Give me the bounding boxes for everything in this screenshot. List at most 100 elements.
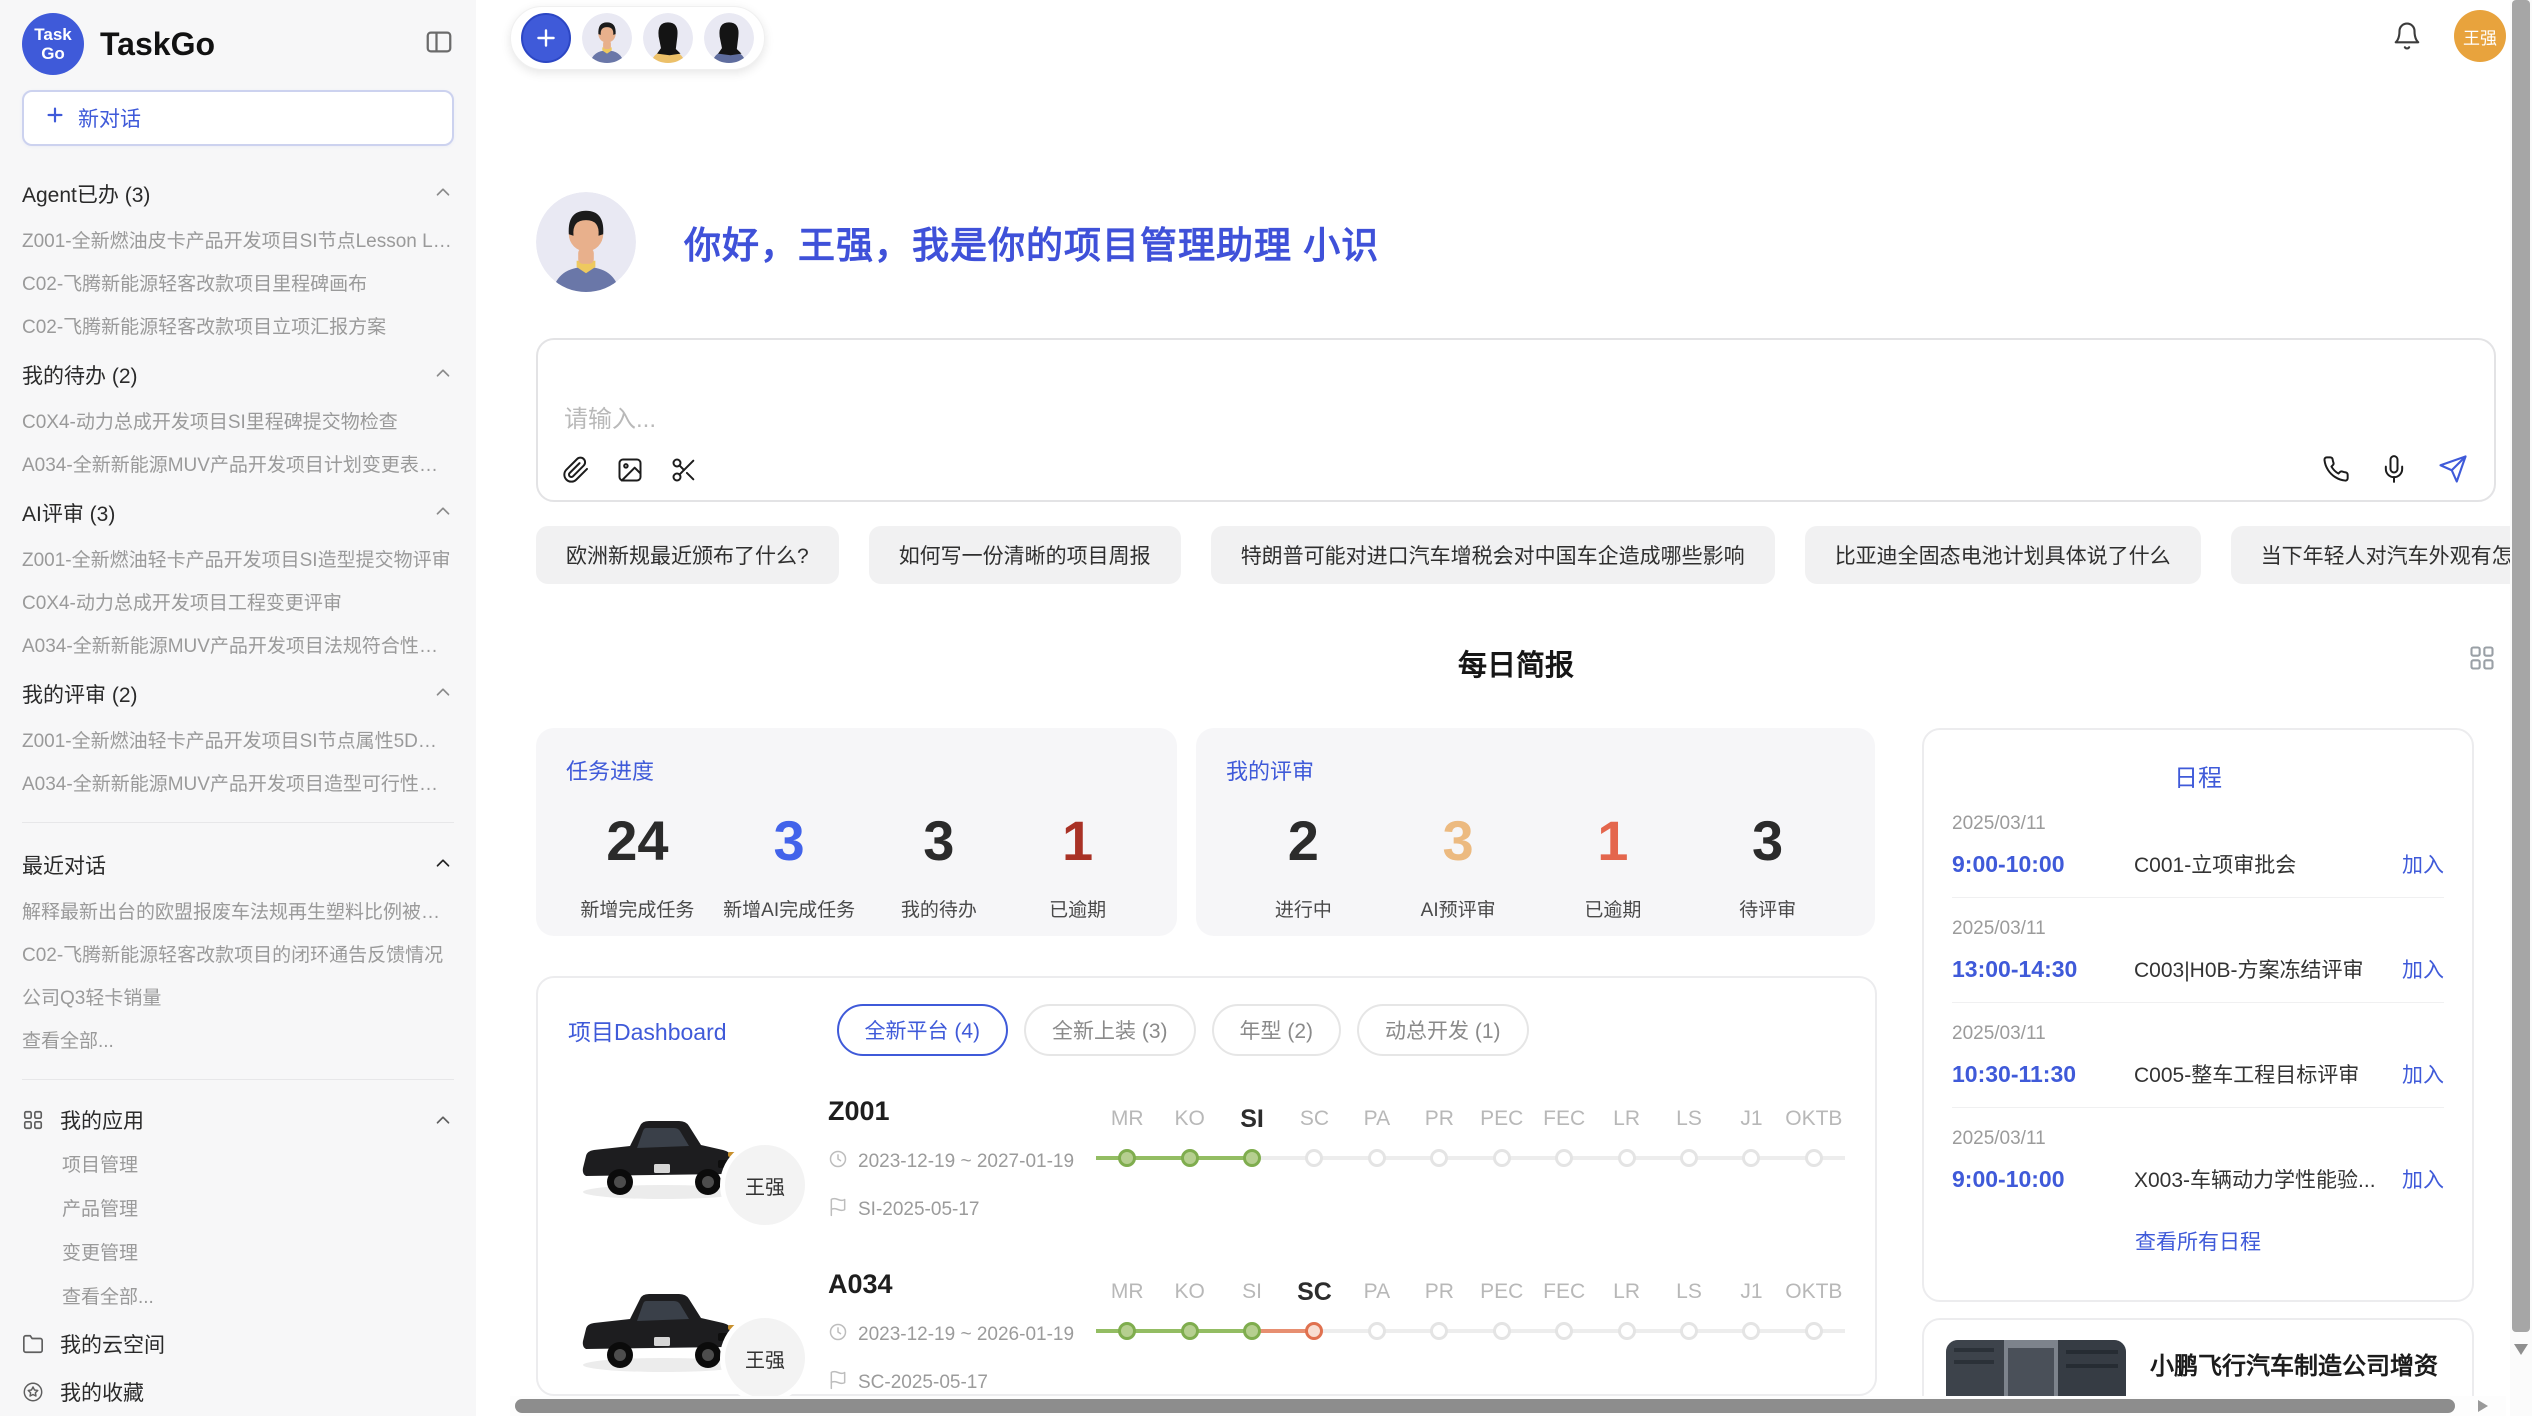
apps-grid-icon bbox=[22, 1109, 44, 1131]
event-join-link[interactable]: 加入 bbox=[2402, 1059, 2444, 1089]
milestone-label: LS bbox=[1658, 1098, 1720, 1140]
new-chat-button[interactable]: 新对话 bbox=[22, 90, 454, 146]
milestone-label: PR bbox=[1408, 1098, 1470, 1140]
dashboard-tab[interactable]: 全新平台 (4) bbox=[837, 1004, 1009, 1056]
vertical-scrollbar[interactable] bbox=[2510, 0, 2532, 1416]
attach-icon[interactable] bbox=[562, 456, 590, 484]
stat-label: 新增完成任务 bbox=[580, 895, 694, 922]
milestone-dot-row bbox=[1471, 1140, 1533, 1180]
recent-chats-header[interactable]: 最近对话 bbox=[22, 839, 454, 891]
view-all-schedule-link[interactable]: 查看所有日程 bbox=[1952, 1226, 2444, 1256]
sidebar-item[interactable]: C0X4-动力总成开发项目SI里程碑提交物检查 bbox=[22, 401, 454, 444]
stat-label: 已逾期 bbox=[1023, 895, 1133, 922]
sidebar-item[interactable]: Z001-全新燃油轻卡产品开发项目SI节点属性5D文件评审 bbox=[22, 720, 454, 763]
send-icon[interactable] bbox=[2438, 454, 2468, 484]
suggestion-chip[interactable]: 特朗普可能对进口汽车增税会对中国车企造成哪些影响 bbox=[1211, 526, 1775, 584]
briefing-card: 我的评审2进行中3AI预评审1已逾期3待评审 bbox=[1196, 728, 1875, 936]
stat-value: 2 bbox=[1248, 808, 1358, 873]
stat: 2 进行中 bbox=[1248, 808, 1358, 922]
app-sub-item[interactable]: 变更管理 bbox=[62, 1232, 454, 1276]
agent-avatar-2[interactable] bbox=[643, 13, 693, 63]
user-avatar[interactable]: 王强 bbox=[2454, 10, 2506, 62]
event-time: 9:00-10:00 bbox=[1952, 1166, 2134, 1193]
sidebar-section-header[interactable]: 我的评审 (2) bbox=[22, 668, 454, 720]
suggestion-chip[interactable]: 如何写一份清晰的项目周报 bbox=[869, 526, 1181, 584]
scroll-down-arrow[interactable] bbox=[2514, 1344, 2528, 1355]
sidebar-item[interactable]: C02-飞腾新能源轻客改款项目里程碑画布 bbox=[22, 263, 454, 306]
suggestion-chip[interactable]: 当下年轻人对汽车外观有怎样的喜好趋势 bbox=[2231, 526, 2532, 584]
milestone-label: KO bbox=[1158, 1271, 1220, 1313]
recent-chat-item[interactable]: 公司Q3轻卡销量 bbox=[22, 977, 454, 1020]
phone-icon[interactable] bbox=[2322, 455, 2350, 483]
event-date: 2025/03/11 bbox=[1952, 918, 2444, 940]
milestone-label: SI bbox=[1221, 1098, 1283, 1140]
project-row[interactable]: 王强A0342023-12-19 ~ 2026-01-19SC-2025-05-… bbox=[568, 1267, 1845, 1396]
sidebar-item-cloud-space[interactable]: 我的云空间 bbox=[22, 1320, 454, 1368]
sidebar-item-favorites[interactable]: 我的收藏 bbox=[22, 1368, 454, 1416]
milestone: PA bbox=[1346, 1098, 1408, 1223]
agent-avatar-1[interactable] bbox=[582, 13, 632, 63]
image-icon[interactable] bbox=[616, 456, 644, 484]
recent-chat-item[interactable]: C02-飞腾新能源轻客改款项目的闭环通告反馈情况 bbox=[22, 934, 454, 977]
dashboard-tab[interactable]: 全新上装 (3) bbox=[1024, 1004, 1196, 1056]
agent-avatar-3[interactable] bbox=[704, 13, 754, 63]
app-sub-item[interactable]: 项目管理 bbox=[62, 1144, 454, 1188]
sidebar-section-header[interactable]: 我的待办 (2) bbox=[22, 349, 454, 401]
horizontal-scrollbar-thumb[interactable] bbox=[515, 1399, 2455, 1413]
mic-icon[interactable] bbox=[2380, 455, 2408, 483]
vertical-scrollbar-thumb[interactable] bbox=[2512, 0, 2530, 1332]
sidebar-section-header[interactable]: AI评审 (3) bbox=[22, 487, 454, 539]
suggestion-chip[interactable]: 比亚迪全固态电池计划具体说了什么 bbox=[1805, 526, 2201, 584]
schedule-title: 日程 bbox=[1952, 758, 2444, 793]
milestone-dot-row bbox=[1096, 1313, 1158, 1353]
event-date: 2025/03/11 bbox=[1952, 813, 2444, 835]
event-join-link[interactable]: 加入 bbox=[2402, 849, 2444, 879]
milestone: SI bbox=[1221, 1098, 1283, 1223]
sidebar-item-my-apps[interactable]: 我的应用 bbox=[22, 1096, 454, 1144]
sidebar-collapse-icon[interactable] bbox=[424, 27, 454, 62]
milestone-dot bbox=[1618, 1322, 1636, 1340]
chat-input[interactable] bbox=[564, 406, 1542, 434]
milestone-label: SC bbox=[1283, 1271, 1345, 1313]
project-dates-text: 2023-12-19 ~ 2027-01-19 bbox=[858, 1151, 1074, 1173]
chevron-up-icon bbox=[432, 181, 454, 208]
dashboard-tab[interactable]: 动总开发 (1) bbox=[1357, 1004, 1529, 1056]
event-join-link[interactable]: 加入 bbox=[2402, 1164, 2444, 1194]
sidebar-item[interactable]: Z001-全新燃油皮卡产品开发项目SI节点Lesson Learn报告 bbox=[22, 220, 454, 263]
suggestion-chips: 欧洲新规最近颁布了什么? 如何写一份清晰的项目周报特朗普可能对进口汽车增税会对中国… bbox=[536, 526, 2496, 584]
app-sub-item[interactable]: 查看全部... bbox=[62, 1276, 454, 1320]
sidebar-item[interactable]: Z001-全新燃油轻卡产品开发项目SI造型提交物评审 bbox=[22, 539, 454, 582]
sidebar-item[interactable]: A034-全新新能源MUV产品开发项目造型可行性评审 bbox=[22, 763, 454, 806]
milestone-dot bbox=[1243, 1322, 1261, 1340]
milestone: PEC bbox=[1471, 1098, 1533, 1223]
add-agent-button[interactable] bbox=[521, 13, 571, 63]
sidebar-item[interactable]: A034-全新新能源MUV产品开发项目计划变更表编写 bbox=[22, 444, 454, 487]
event-join-link[interactable]: 加入 bbox=[2402, 954, 2444, 984]
milestone-dot-row bbox=[1221, 1140, 1283, 1180]
sidebar-item[interactable]: C02-飞腾新能源轻客改款项目立项汇报方案 bbox=[22, 306, 454, 349]
scroll-right-arrow[interactable] bbox=[2478, 1400, 2488, 1412]
milestone: LR bbox=[1595, 1271, 1657, 1396]
horizontal-scrollbar[interactable] bbox=[510, 1396, 2506, 1416]
milestone-dot-row bbox=[1096, 1140, 1158, 1180]
milestone-dot bbox=[1181, 1322, 1199, 1340]
sidebar-section-header[interactable]: Agent已办 (3) bbox=[22, 168, 454, 220]
grid-view-icon[interactable] bbox=[2468, 644, 2496, 677]
project-dates: 2023-12-19 ~ 2027-01-19 bbox=[828, 1149, 1068, 1175]
milestone-dot bbox=[1305, 1149, 1323, 1167]
project-row[interactable]: 王强Z0012023-12-19 ~ 2027-01-19SI-2025-05-… bbox=[568, 1094, 1845, 1223]
recent-chat-item[interactable]: 解释最新出台的欧盟报废车法规再生塑料比例被调至15%... bbox=[22, 891, 454, 934]
chevron-up-icon bbox=[432, 681, 454, 708]
milestone-dot bbox=[1680, 1322, 1698, 1340]
sidebar-item[interactable]: C0X4-动力总成开发项目工程变更评审 bbox=[22, 582, 454, 625]
view-all-chats-link[interactable]: 查看全部... bbox=[22, 1020, 454, 1063]
project-flag-text: SC-2025-05-17 bbox=[858, 1372, 988, 1394]
suggestion-chip[interactable]: 欧洲新规最近颁布了什么? bbox=[536, 526, 839, 584]
scissors-icon[interactable] bbox=[670, 456, 698, 484]
dashboard-tab[interactable]: 年型 (2) bbox=[1212, 1004, 1342, 1056]
app-sub-item[interactable]: 产品管理 bbox=[62, 1188, 454, 1232]
sidebar-item[interactable]: A034-全新新能源MUV产品开发项目法规符合性评审 bbox=[22, 625, 454, 668]
stat-label: 进行中 bbox=[1248, 895, 1358, 922]
milestone-dot-row bbox=[1158, 1313, 1220, 1353]
notification-bell-icon[interactable] bbox=[2392, 21, 2422, 51]
